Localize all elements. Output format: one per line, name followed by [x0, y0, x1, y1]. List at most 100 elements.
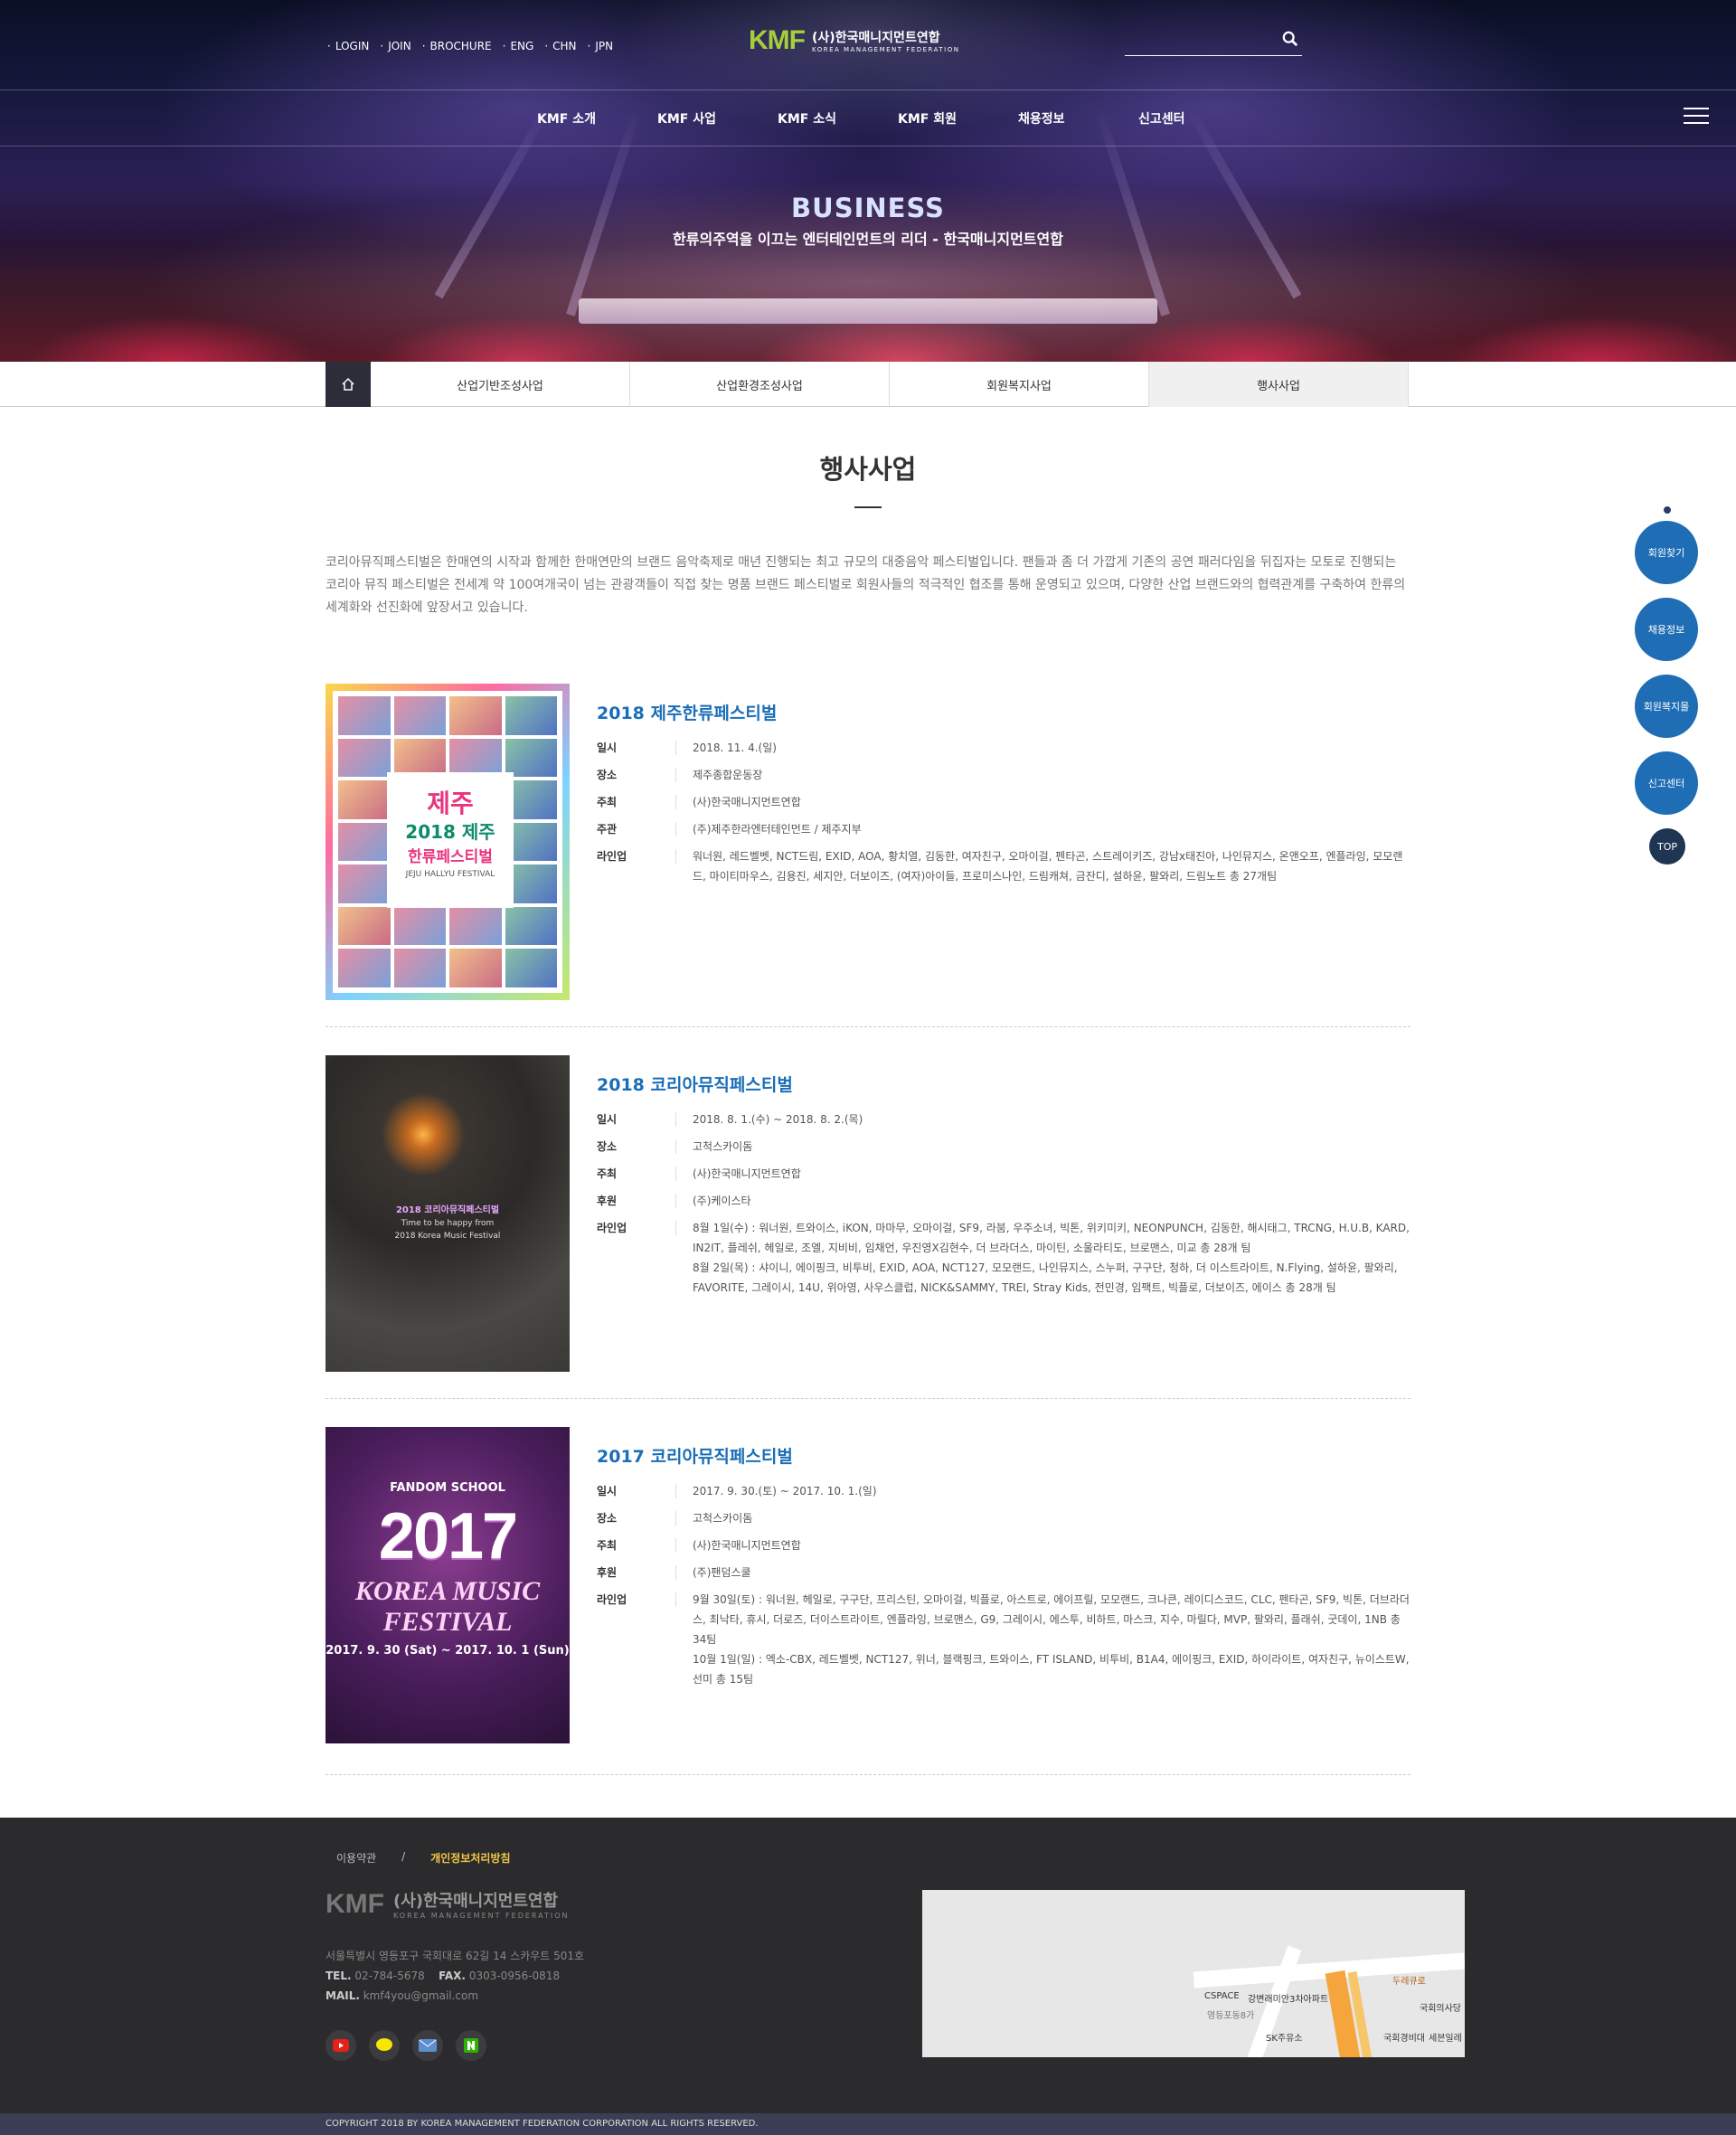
field-label: 주최 [597, 1538, 676, 1553]
footer-logo-kr: (사)한국매니지먼트연합 [392, 1892, 559, 1911]
gnb-item-jobs[interactable]: 채용정보 [1018, 109, 1138, 128]
gnb-item-business[interactable]: KMF 사업 [657, 109, 778, 128]
sns-links [326, 2030, 486, 2061]
map-label: 강변래미안3차아파트 [1248, 1995, 1329, 2005]
kakaotalk-icon[interactable] [369, 2030, 400, 2061]
tel-label: TEL. [326, 1970, 352, 1982]
gnb-item-news[interactable]: KMF 소식 [778, 109, 898, 128]
quick-report-button[interactable]: 신고센터 [1635, 751, 1698, 815]
poster-tagline: Time to be happy from [401, 1219, 495, 1228]
poster-subtitle: 2018 Korea Music Festival [394, 1232, 501, 1241]
field-label: 후원 [597, 1565, 676, 1580]
field-value: 고척스카이돔 [693, 1512, 753, 1525]
search-icon[interactable] [1282, 31, 1298, 47]
mail-icon[interactable] [412, 2030, 443, 2061]
logo-en: KOREA MANAGEMENT FEDERATION [811, 46, 960, 53]
location-map[interactable]: CSPACE 강변래미안3차아파트 SK주유소 국회의사당 국회경비대 세븐일레… [922, 1890, 1465, 2057]
utility-links: LOGIN JOIN BROCHURE ENG CHN JPN [327, 40, 613, 52]
poster-year: 2018 제주 [405, 821, 495, 843]
scroll-top-button[interactable]: TOP [1649, 828, 1685, 864]
field-value: (주)팬덤스쿨 [693, 1566, 751, 1579]
intro-text: 코리아뮤직페스티벌은 한매연의 시작과 함께한 한매연만의 브랜드 음악축제로 … [326, 555, 1406, 615]
gnb-item-about[interactable]: KMF 소개 [537, 109, 657, 128]
gnb-item-report[interactable]: 신고센터 [1138, 109, 1259, 128]
footer-logo-mark: KMF [326, 1888, 384, 1919]
chn-link[interactable]: CHN [544, 40, 576, 52]
privacy-link[interactable]: 개인정보처리방침 [430, 1850, 510, 1866]
eng-link[interactable]: ENG [503, 40, 533, 52]
hero-visual: LOGIN JOIN BROCHURE ENG CHN JPN KMF (사)한… [0, 0, 1736, 362]
tab-member-welfare[interactable]: 회원복지사업 [890, 362, 1149, 407]
youtube-icon[interactable] [326, 2030, 356, 2061]
event-item: FANDOM SCHOOL 2017 KOREA MUSIC FESTIVAL … [326, 1427, 1410, 1775]
field-label: 장소 [597, 1511, 676, 1526]
field-label: 일시 [597, 1112, 676, 1127]
field-label: 주최 [597, 795, 676, 809]
poster-subtitle: 한류페스티벌 [408, 848, 493, 866]
map-label: 국회경비대 [1383, 2034, 1425, 2044]
brochure-link[interactable]: BROCHURE [422, 40, 492, 52]
poster-logo: 2018 코리아뮤직페스티벌 [395, 1205, 500, 1215]
tab-industry-base[interactable]: 산업기반조성사업 [371, 362, 630, 407]
map-label: 세븐일레 [1429, 2034, 1462, 2044]
naver-icon[interactable] [456, 2030, 486, 2061]
poster-en: JEJU HALLYU FESTIVAL [405, 870, 495, 879]
field-label: 장소 [597, 1139, 676, 1154]
field-value: 2018. 8. 1.(수) ~ 2018. 8. 2.(목) [693, 1113, 863, 1126]
map-label: 영등포동8가 [1207, 2011, 1255, 2021]
field-value: 9월 30일(토) : 워너원, 헤일로, 구구단, 프리스틴, 오마이걸, 빅… [693, 1593, 1410, 1686]
quick-welfare-mall-button[interactable]: 회원복지몰 [1635, 675, 1698, 738]
search-bar[interactable] [1125, 27, 1302, 56]
field-value: 워너원, 레드벨벳, NCT드림, EXID, AOA, 황치열, 김동한, 여… [693, 850, 1403, 883]
quick-jobs-button[interactable]: 채용정보 [1635, 598, 1698, 661]
quick-menu: 회원찾기 채용정보 회원복지몰 신고센터 TOP [1635, 506, 1700, 864]
map-label: CSPACE [1204, 1991, 1240, 2001]
login-link[interactable]: LOGIN [327, 40, 370, 52]
event-title: 2018 코리아뮤직페스티벌 [597, 1075, 793, 1095]
fax-label: FAX. [439, 1970, 466, 1982]
field-value: (사)한국매니지먼트연합 [693, 1167, 801, 1180]
tab-events[interactable]: 행사사업 [1149, 362, 1409, 407]
field-value: (사)한국매니지먼트연합 [693, 796, 801, 808]
home-button[interactable] [326, 362, 371, 407]
copyright: COPYRIGHT 2018 BY KOREA MANAGEMENT FEDER… [0, 2113, 1736, 2135]
field-label: 라인업 [597, 849, 676, 864]
field-label: 후원 [597, 1194, 676, 1208]
field-value: 2018. 11. 4.(일) [693, 742, 777, 754]
logo-mark: KMF [749, 25, 806, 55]
hamburger-menu-icon[interactable] [1684, 108, 1709, 126]
title-divider [854, 506, 882, 508]
poster-date: 2017. 9. 30 (Sat) ~ 2017. 10. 1 (Sun) [326, 1644, 570, 1658]
site-logo[interactable]: KMF (사)한국매니지먼트연합 KOREA MANAGEMENT FEDERA… [749, 25, 959, 56]
terms-link[interactable]: 이용약관 [336, 1850, 376, 1866]
field-label: 라인업 [597, 1592, 676, 1607]
visual-subtitle: 한류의주역을 이끄는 엔터테인먼트의 리더 - 한국매니지먼트연합 [673, 231, 1063, 248]
poster-title: 제주 [427, 789, 474, 818]
field-value: 2017. 9. 30.(토) ~ 2017. 10. 1.(일) [693, 1485, 877, 1497]
field-label: 주최 [597, 1167, 676, 1181]
tel-value: 02-784-5678 [354, 1970, 425, 1982]
event-poster: 2018 코리아뮤직페스티벌 Time to be happy from 201… [326, 1055, 570, 1372]
tab-industry-environment[interactable]: 산업환경조성사업 [630, 362, 890, 407]
event-item: 2018 코리아뮤직페스티벌 Time to be happy from 201… [326, 1055, 1410, 1399]
home-icon [342, 377, 354, 391]
map-label: 국회의사당 [1420, 2004, 1461, 2014]
join-link[interactable]: JOIN [380, 40, 411, 52]
map-label: SK주유소 [1266, 2034, 1303, 2044]
field-label: 주관 [597, 822, 676, 836]
top-bar: LOGIN JOIN BROCHURE ENG CHN JPN KMF (사)한… [0, 0, 1736, 90]
visual-heading: BUSINESS [791, 193, 945, 223]
link-separator: / [401, 1850, 406, 1863]
page-title: 행사사업 [819, 454, 917, 485]
event-title: 2018 제주한류페스티벌 [597, 704, 778, 723]
quick-find-member-button[interactable]: 회원찾기 [1635, 521, 1698, 584]
gnb-item-members[interactable]: KMF 회원 [898, 109, 1018, 128]
logo-kr: (사)한국매니지먼트연합 [811, 31, 940, 45]
field-value: 제주종합운동장 [693, 769, 763, 781]
field-label: 일시 [597, 1484, 676, 1498]
mail-value: kmf4you@gmail.com [363, 1989, 479, 2002]
jpn-link[interactable]: JPN [588, 40, 613, 52]
field-value: (주)제주한라엔터테인먼트 / 제주지부 [693, 823, 862, 836]
event-poster: FANDOM SCHOOL 2017 KOREA MUSIC FESTIVAL … [326, 1427, 570, 1743]
global-nav: KMF 소개 KMF 사업 KMF 소식 KMF 회원 채용정보 신고센터 [0, 90, 1736, 146]
